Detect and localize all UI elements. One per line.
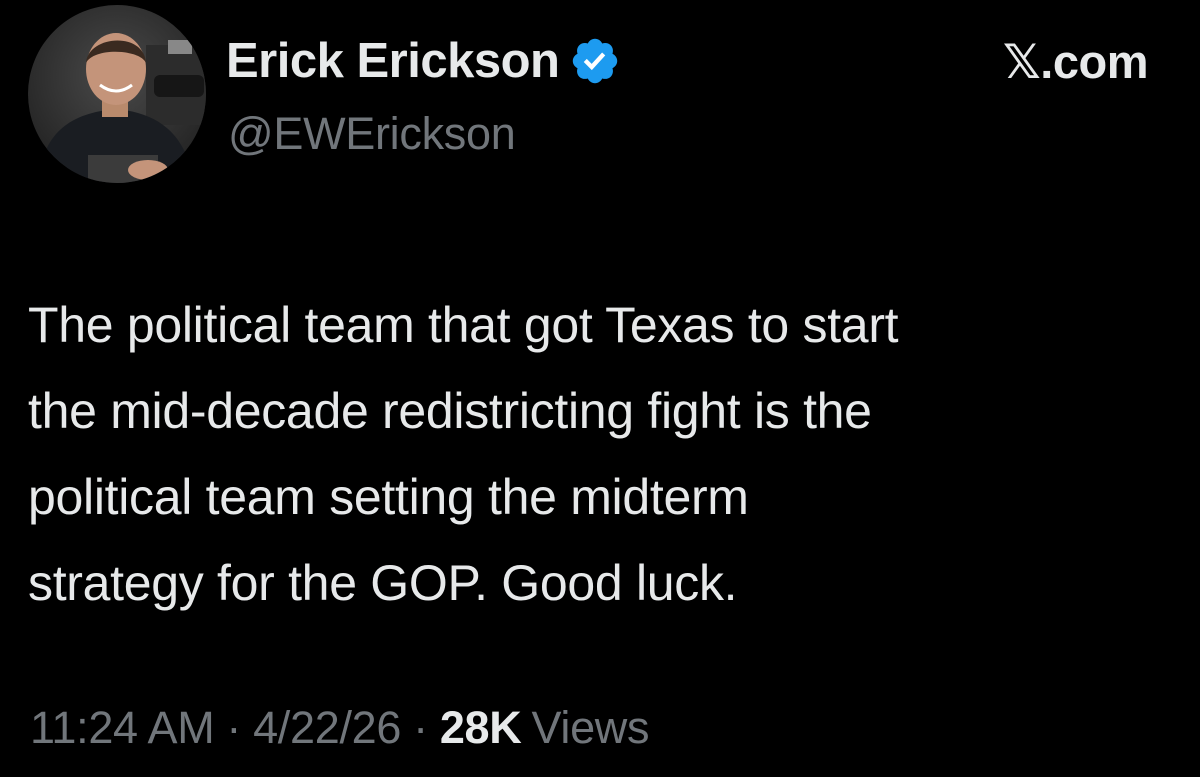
tweet-date[interactable]: 4/22/26 xyxy=(253,702,401,754)
author-display-name[interactable]: Erick Erickson xyxy=(226,33,560,89)
tweet-meta: 11:24 AM · 4/22/26 · 28K Views xyxy=(30,702,650,754)
author-handle[interactable]: @EWErickson xyxy=(228,108,516,160)
views-label: Views xyxy=(531,702,650,753)
tweet-card: Erick Erickson @EWErickson 𝕏.com The pol… xyxy=(0,0,1200,777)
tweet-time[interactable]: 11:24 AM xyxy=(30,702,215,754)
author-avatar[interactable] xyxy=(28,5,206,183)
views-count: 28K xyxy=(439,702,522,753)
meta-separator: · xyxy=(413,702,428,753)
x-brand-label: 𝕏.com xyxy=(1002,35,1149,88)
meta-separator: · xyxy=(226,702,242,753)
verified-badge-icon xyxy=(569,35,621,87)
avatar-photo-icon xyxy=(28,5,206,183)
author-name-row: Erick Erickson xyxy=(226,30,621,92)
tweet-text: The political team that got Texas to sta… xyxy=(28,297,899,611)
